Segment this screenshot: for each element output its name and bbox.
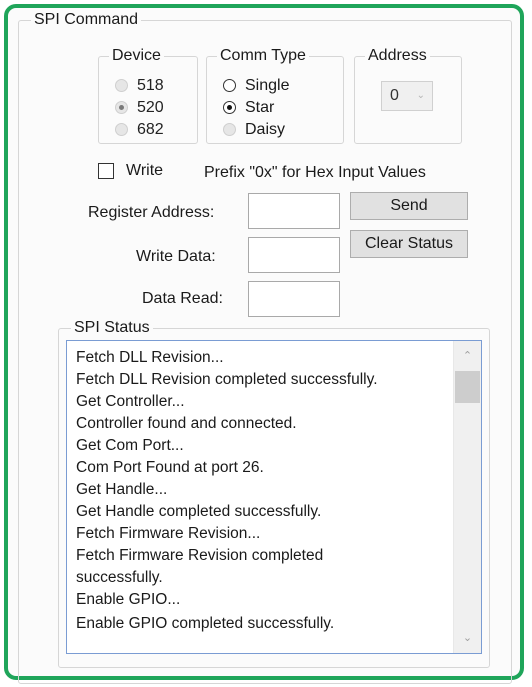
register-address-label: Register Address: <box>88 204 215 221</box>
register-address-input[interactable] <box>248 193 340 229</box>
device-radio-682[interactable] <box>115 123 128 136</box>
spi-status-title: SPI Status <box>71 318 153 338</box>
comm-type-radio-single[interactable] <box>223 79 236 92</box>
device-title: Device <box>109 46 164 66</box>
address-dropdown-value: 0 <box>390 87 399 104</box>
write-data-input[interactable] <box>248 237 340 273</box>
comm-type-label-single: Single <box>245 77 290 94</box>
log-line: Fetch Firmware Revision completed <box>76 547 324 564</box>
comm-type-label-star: Star <box>245 99 275 116</box>
clear-status-button[interactable]: Clear Status <box>350 230 468 258</box>
log-line: Controller found and connected. <box>76 415 297 432</box>
hex-hint-text: Prefix "0x" for Hex Input Values <box>204 164 426 181</box>
write-checkbox[interactable] <box>98 163 114 179</box>
device-radio-520[interactable] <box>115 101 128 114</box>
log-line: Com Port Found at port 26. <box>76 459 264 476</box>
address-title: Address <box>365 46 430 66</box>
write-data-label: Write Data: <box>136 248 216 265</box>
log-line: Get Handle... <box>76 481 168 498</box>
data-read-label: Data Read: <box>142 290 223 307</box>
comm-type-label-daisy: Daisy <box>245 121 286 138</box>
comm-type-group: Comm Type Single Star Daisy <box>206 46 344 144</box>
address-dropdown[interactable]: 0 ⌄ <box>381 81 433 111</box>
log-scrollbar[interactable]: ⌃ ⌄ <box>453 341 481 653</box>
device-label-682: 682 <box>137 121 164 138</box>
comm-type-radio-daisy[interactable] <box>223 123 236 136</box>
log-line: successfully. <box>76 569 163 586</box>
chevron-down-icon: ⌄ <box>416 90 425 101</box>
chevron-up-icon[interactable]: ⌃ <box>454 345 481 367</box>
chevron-down-icon[interactable]: ⌄ <box>454 627 481 649</box>
log-line: Get Com Port... <box>76 437 184 454</box>
log-line: Get Controller... <box>76 393 185 410</box>
log-line: Fetch DLL Revision completed successfull… <box>76 371 378 388</box>
spi-command-title: SPI Command <box>31 10 142 30</box>
log-line: Get Handle completed successfully. <box>76 503 322 520</box>
write-checkbox-label: Write <box>126 162 164 179</box>
scrollbar-thumb[interactable] <box>455 371 480 403</box>
comm-type-title: Comm Type <box>217 46 309 66</box>
data-read-output <box>248 281 340 317</box>
log-line: Enable GPIO completed successfully. <box>76 615 335 632</box>
log-line: Fetch Firmware Revision... <box>76 525 261 542</box>
log-line: Enable GPIO... <box>76 591 181 608</box>
spi-status-log[interactable]: Fetch DLL Revision... Fetch DLL Revision… <box>66 340 482 654</box>
device-radio-518[interactable] <box>115 79 128 92</box>
device-label-518: 518 <box>137 77 164 94</box>
comm-type-radio-star[interactable] <box>223 101 236 114</box>
address-group: Address 0 ⌄ <box>354 46 462 144</box>
device-label-520: 520 <box>137 99 164 116</box>
send-button[interactable]: Send <box>350 192 468 220</box>
log-line: Fetch DLL Revision... <box>76 349 224 366</box>
device-group: Device 518 520 682 <box>98 46 198 144</box>
